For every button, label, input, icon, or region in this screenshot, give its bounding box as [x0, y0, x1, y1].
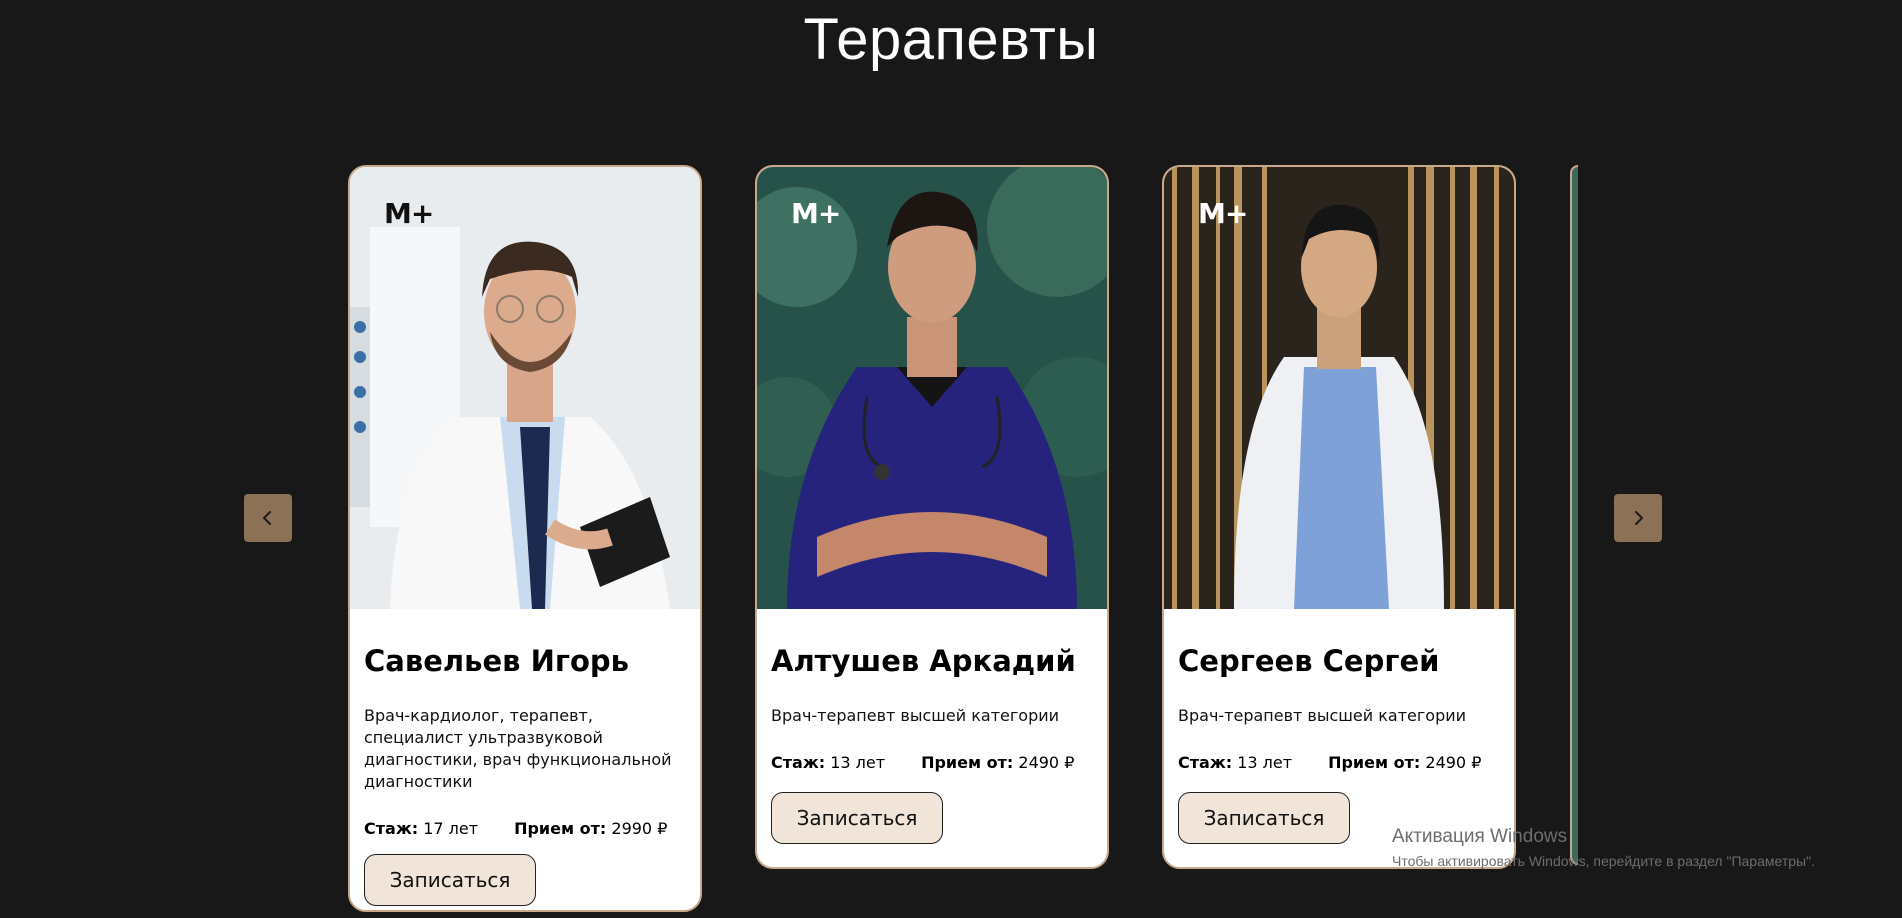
book-button[interactable]: Записаться	[771, 792, 943, 844]
experience-value: 13 лет	[1237, 753, 1293, 772]
doctor-card: M+ Савельев Игорь Врач-кардиолог, терапе…	[348, 165, 702, 912]
doctor-specialty: Врач-терапевт высшей категории	[771, 706, 1060, 725]
doctor-name: Алтушев Аркадий	[771, 644, 1076, 678]
doctor-name: Савельев Игорь	[364, 644, 630, 678]
price-label: Прием от:	[514, 819, 607, 838]
doctor-specialty: Врач-кардиолог, терапевт, специалист уль…	[364, 706, 672, 791]
windows-activation-hint: Чтобы активировать Windows, перейдите в …	[1392, 853, 1815, 869]
doctor-card: M+ Сергеев Сергей Врач-терапевт высшей к…	[1162, 165, 1516, 869]
clinic-logo: M+	[791, 197, 841, 230]
doctor-card: M+ Алтушев Аркадий Врач-терапевт высшей …	[755, 165, 1109, 869]
price-label: Прием от:	[921, 753, 1014, 772]
experience: Стаж: 13 лет	[771, 753, 885, 772]
doctor-photo: M+	[1164, 167, 1514, 609]
experience: Стаж: 13 лет	[1178, 753, 1292, 772]
price: Прием от: 2990 ₽	[514, 819, 667, 838]
windows-activation-title: Активация Windows	[1392, 826, 1568, 847]
doctor-meta: Стаж: 17 лет Прием от: 2990 ₽	[364, 819, 700, 838]
carousel-prev-button[interactable]	[244, 494, 292, 542]
price-value: 2490 ₽	[1425, 753, 1482, 772]
doctor-card-partial	[1570, 165, 1578, 865]
book-button[interactable]: Записаться	[1178, 792, 1350, 844]
clinic-logo: M+	[384, 197, 434, 230]
section-title: Терапевты	[803, 7, 1099, 72]
price-label: Прием от:	[1328, 753, 1421, 772]
price-value: 2990 ₽	[611, 819, 668, 838]
doctor-name: Сергеев Сергей	[1178, 644, 1440, 678]
experience-label: Стаж:	[364, 819, 419, 838]
experience: Стаж: 17 лет	[364, 819, 478, 838]
experience-value: 13 лет	[830, 753, 886, 772]
price: Прием от: 2490 ₽	[921, 753, 1074, 772]
price: Прием от: 2490 ₽	[1328, 753, 1481, 772]
clinic-logo: M+	[1198, 197, 1248, 230]
carousel-next-button[interactable]	[1614, 494, 1662, 542]
chevron-left-icon	[263, 511, 271, 525]
doctor-specialty: Врач-терапевт высшей категории	[1178, 706, 1467, 725]
experience-label: Стаж:	[1178, 753, 1233, 772]
experience-label: Стаж:	[771, 753, 826, 772]
book-button[interactable]: Записаться	[364, 854, 536, 906]
price-value: 2490 ₽	[1018, 753, 1075, 772]
doctor-photo: M+	[350, 167, 700, 609]
experience-value: 17 лет	[423, 819, 479, 838]
doctor-meta: Стаж: 13 лет Прием от: 2490 ₽	[1178, 753, 1514, 772]
doctor-photo: M+	[757, 167, 1107, 609]
doctor-meta: Стаж: 13 лет Прием от: 2490 ₽	[771, 753, 1107, 772]
chevron-right-icon	[1635, 511, 1643, 525]
